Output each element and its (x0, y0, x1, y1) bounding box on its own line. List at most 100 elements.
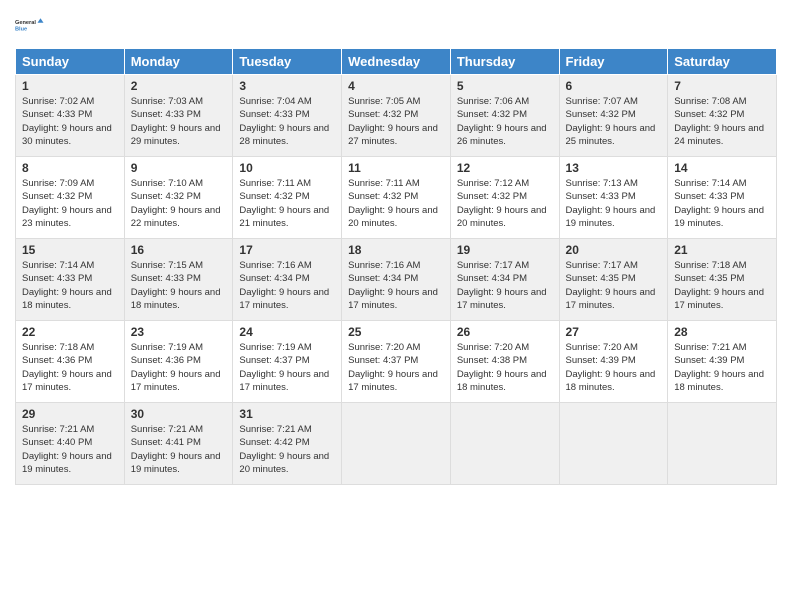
calendar-table: SundayMondayTuesdayWednesdayThursdayFrid… (15, 48, 777, 485)
day-cell: 16 Sunrise: 7:15 AMSunset: 4:33 PMDaylig… (124, 239, 233, 321)
day-info: Sunrise: 7:19 AMSunset: 4:37 PMDaylight:… (239, 341, 335, 394)
day-number: 5 (457, 79, 553, 93)
day-cell: 17 Sunrise: 7:16 AMSunset: 4:34 PMDaylig… (233, 239, 342, 321)
day-cell: 12 Sunrise: 7:12 AMSunset: 4:32 PMDaylig… (450, 157, 559, 239)
day-number: 4 (348, 79, 444, 93)
week-row-5: 29 Sunrise: 7:21 AMSunset: 4:40 PMDaylig… (16, 403, 777, 485)
day-number: 21 (674, 243, 770, 257)
day-number: 31 (239, 407, 335, 421)
day-number: 14 (674, 161, 770, 175)
day-number: 30 (131, 407, 227, 421)
day-number: 25 (348, 325, 444, 339)
day-cell: 25 Sunrise: 7:20 AMSunset: 4:37 PMDaylig… (342, 321, 451, 403)
day-cell: 20 Sunrise: 7:17 AMSunset: 4:35 PMDaylig… (559, 239, 668, 321)
logo-icon: GeneralBlue (15, 10, 45, 40)
col-header-friday: Friday (559, 49, 668, 75)
day-info: Sunrise: 7:10 AMSunset: 4:32 PMDaylight:… (131, 177, 227, 230)
day-number: 28 (674, 325, 770, 339)
day-cell: 22 Sunrise: 7:18 AMSunset: 4:36 PMDaylig… (16, 321, 125, 403)
day-number: 1 (22, 79, 118, 93)
day-number: 6 (566, 79, 662, 93)
day-info: Sunrise: 7:14 AMSunset: 4:33 PMDaylight:… (22, 259, 118, 312)
day-cell: 2 Sunrise: 7:03 AMSunset: 4:33 PMDayligh… (124, 75, 233, 157)
day-info: Sunrise: 7:15 AMSunset: 4:33 PMDaylight:… (131, 259, 227, 312)
day-number: 16 (131, 243, 227, 257)
week-row-1: 1 Sunrise: 7:02 AMSunset: 4:33 PMDayligh… (16, 75, 777, 157)
day-number: 9 (131, 161, 227, 175)
day-number: 27 (566, 325, 662, 339)
day-number: 8 (22, 161, 118, 175)
logo: GeneralBlue (15, 10, 45, 40)
day-number: 29 (22, 407, 118, 421)
day-cell: 31 Sunrise: 7:21 AMSunset: 4:42 PMDaylig… (233, 403, 342, 485)
day-cell (450, 403, 559, 485)
day-number: 3 (239, 79, 335, 93)
day-info: Sunrise: 7:05 AMSunset: 4:32 PMDaylight:… (348, 95, 444, 148)
day-cell: 30 Sunrise: 7:21 AMSunset: 4:41 PMDaylig… (124, 403, 233, 485)
day-number: 18 (348, 243, 444, 257)
day-cell: 28 Sunrise: 7:21 AMSunset: 4:39 PMDaylig… (668, 321, 777, 403)
day-info: Sunrise: 7:16 AMSunset: 4:34 PMDaylight:… (348, 259, 444, 312)
col-header-tuesday: Tuesday (233, 49, 342, 75)
day-cell: 5 Sunrise: 7:06 AMSunset: 4:32 PMDayligh… (450, 75, 559, 157)
day-number: 23 (131, 325, 227, 339)
day-info: Sunrise: 7:17 AMSunset: 4:34 PMDaylight:… (457, 259, 553, 312)
day-info: Sunrise: 7:02 AMSunset: 4:33 PMDaylight:… (22, 95, 118, 148)
day-info: Sunrise: 7:03 AMSunset: 4:33 PMDaylight:… (131, 95, 227, 148)
day-info: Sunrise: 7:16 AMSunset: 4:34 PMDaylight:… (239, 259, 335, 312)
day-cell: 11 Sunrise: 7:11 AMSunset: 4:32 PMDaylig… (342, 157, 451, 239)
day-info: Sunrise: 7:08 AMSunset: 4:32 PMDaylight:… (674, 95, 770, 148)
day-info: Sunrise: 7:20 AMSunset: 4:37 PMDaylight:… (348, 341, 444, 394)
day-cell: 15 Sunrise: 7:14 AMSunset: 4:33 PMDaylig… (16, 239, 125, 321)
day-cell (559, 403, 668, 485)
day-info: Sunrise: 7:21 AMSunset: 4:42 PMDaylight:… (239, 423, 335, 476)
day-number: 12 (457, 161, 553, 175)
day-info: Sunrise: 7:04 AMSunset: 4:33 PMDaylight:… (239, 95, 335, 148)
day-cell: 9 Sunrise: 7:10 AMSunset: 4:32 PMDayligh… (124, 157, 233, 239)
day-number: 26 (457, 325, 553, 339)
day-number: 2 (131, 79, 227, 93)
day-cell: 8 Sunrise: 7:09 AMSunset: 4:32 PMDayligh… (16, 157, 125, 239)
col-header-wednesday: Wednesday (342, 49, 451, 75)
day-info: Sunrise: 7:11 AMSunset: 4:32 PMDaylight:… (239, 177, 335, 230)
day-cell: 1 Sunrise: 7:02 AMSunset: 4:33 PMDayligh… (16, 75, 125, 157)
day-info: Sunrise: 7:12 AMSunset: 4:32 PMDaylight:… (457, 177, 553, 230)
day-cell: 6 Sunrise: 7:07 AMSunset: 4:32 PMDayligh… (559, 75, 668, 157)
day-info: Sunrise: 7:20 AMSunset: 4:38 PMDaylight:… (457, 341, 553, 394)
day-number: 13 (566, 161, 662, 175)
day-cell: 27 Sunrise: 7:20 AMSunset: 4:39 PMDaylig… (559, 321, 668, 403)
day-info: Sunrise: 7:13 AMSunset: 4:33 PMDaylight:… (566, 177, 662, 230)
day-number: 7 (674, 79, 770, 93)
col-header-saturday: Saturday (668, 49, 777, 75)
day-number: 15 (22, 243, 118, 257)
day-cell: 7 Sunrise: 7:08 AMSunset: 4:32 PMDayligh… (668, 75, 777, 157)
day-number: 11 (348, 161, 444, 175)
day-number: 24 (239, 325, 335, 339)
svg-text:Blue: Blue (15, 26, 27, 32)
day-cell (668, 403, 777, 485)
week-row-3: 15 Sunrise: 7:14 AMSunset: 4:33 PMDaylig… (16, 239, 777, 321)
day-number: 17 (239, 243, 335, 257)
header: GeneralBlue (15, 10, 777, 40)
day-cell: 10 Sunrise: 7:11 AMSunset: 4:32 PMDaylig… (233, 157, 342, 239)
day-info: Sunrise: 7:21 AMSunset: 4:39 PMDaylight:… (674, 341, 770, 394)
col-header-thursday: Thursday (450, 49, 559, 75)
day-info: Sunrise: 7:09 AMSunset: 4:32 PMDaylight:… (22, 177, 118, 230)
col-header-monday: Monday (124, 49, 233, 75)
page: GeneralBlue SundayMondayTuesdayWednesday… (0, 0, 792, 612)
week-row-2: 8 Sunrise: 7:09 AMSunset: 4:32 PMDayligh… (16, 157, 777, 239)
day-number: 10 (239, 161, 335, 175)
day-cell: 26 Sunrise: 7:20 AMSunset: 4:38 PMDaylig… (450, 321, 559, 403)
day-cell: 13 Sunrise: 7:13 AMSunset: 4:33 PMDaylig… (559, 157, 668, 239)
col-header-sunday: Sunday (16, 49, 125, 75)
header-row: SundayMondayTuesdayWednesdayThursdayFrid… (16, 49, 777, 75)
day-info: Sunrise: 7:11 AMSunset: 4:32 PMDaylight:… (348, 177, 444, 230)
day-info: Sunrise: 7:21 AMSunset: 4:41 PMDaylight:… (131, 423, 227, 476)
day-info: Sunrise: 7:18 AMSunset: 4:36 PMDaylight:… (22, 341, 118, 394)
day-cell: 18 Sunrise: 7:16 AMSunset: 4:34 PMDaylig… (342, 239, 451, 321)
day-info: Sunrise: 7:19 AMSunset: 4:36 PMDaylight:… (131, 341, 227, 394)
week-row-4: 22 Sunrise: 7:18 AMSunset: 4:36 PMDaylig… (16, 321, 777, 403)
day-number: 19 (457, 243, 553, 257)
svg-text:General: General (15, 20, 36, 26)
day-cell: 29 Sunrise: 7:21 AMSunset: 4:40 PMDaylig… (16, 403, 125, 485)
